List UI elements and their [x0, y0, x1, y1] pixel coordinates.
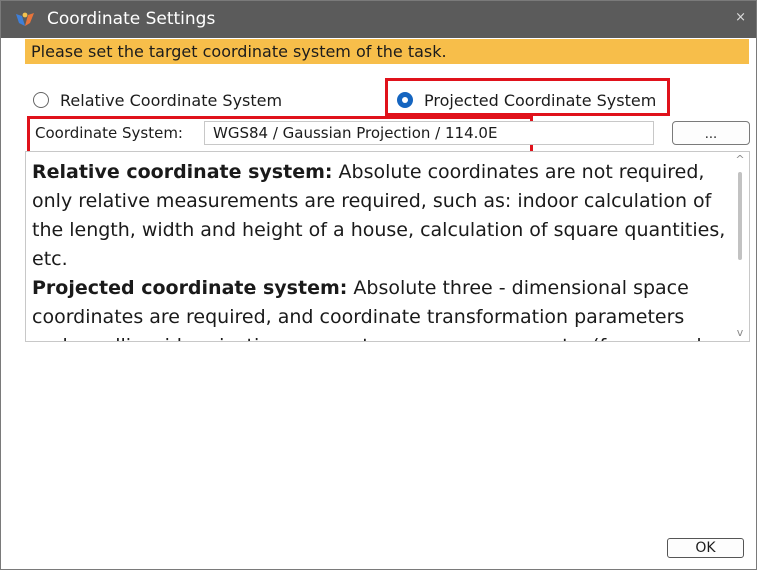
relative-coordinate-radio[interactable]: Relative Coordinate System: [33, 87, 282, 113]
title-bar: Coordinate Settings ×: [1, 1, 756, 38]
description-scrollbar[interactable]: ^ v: [731, 152, 749, 341]
window-title: Coordinate Settings: [47, 9, 216, 29]
coordinate-system-label: Coordinate System:: [35, 124, 183, 142]
browse-coordinate-system-button[interactable]: ...: [672, 121, 750, 145]
radio-selected-icon[interactable]: [397, 92, 413, 108]
app-logo-icon: [16, 12, 34, 26]
relative-description: Relative coordinate system: Absolute coo…: [32, 158, 726, 274]
radio-unselected-icon[interactable]: [33, 92, 49, 108]
projected-coordinate-label: Projected Coordinate System: [424, 90, 657, 110]
scroll-down-arrow-icon[interactable]: v: [733, 327, 747, 339]
projected-coordinate-radio[interactable]: Projected Coordinate System: [397, 87, 656, 113]
projected-description-heading: Projected coordinate system:: [32, 277, 348, 299]
scroll-up-arrow-icon[interactable]: ^: [733, 154, 747, 166]
coordinate-settings-dialog: Coordinate Settings × Please set the tar…: [0, 0, 757, 570]
ok-button[interactable]: OK: [667, 538, 744, 558]
relative-description-heading: Relative coordinate system:: [32, 161, 333, 183]
description-panel[interactable]: Relative coordinate system: Absolute coo…: [25, 151, 750, 342]
projected-description: Projected coordinate system: Absolute th…: [32, 274, 726, 341]
relative-coordinate-label: Relative Coordinate System: [60, 90, 283, 110]
coordinate-system-field[interactable]: WGS84 / Gaussian Projection / 114.0E: [204, 121, 654, 145]
close-icon[interactable]: ×: [735, 11, 746, 24]
description-text: Relative coordinate system: Absolute coo…: [32, 158, 726, 341]
instruction-banner: Please set the target coordinate system …: [25, 39, 749, 64]
scrollbar-thumb[interactable]: [738, 172, 742, 260]
